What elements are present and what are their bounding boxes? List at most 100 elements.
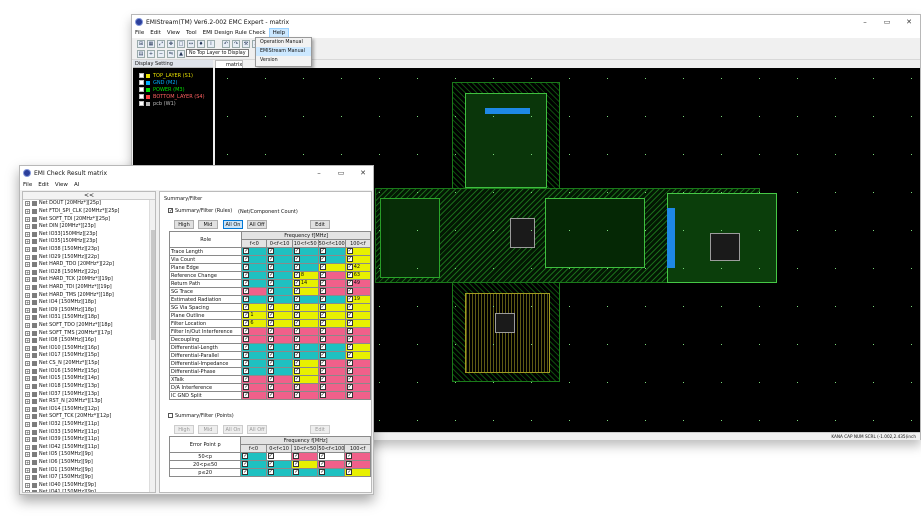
cell-checkbox[interactable]: ✓ <box>319 272 326 279</box>
cell-checkbox[interactable]: ✓ <box>293 461 300 468</box>
cell-checkbox[interactable]: ✓ <box>319 453 326 460</box>
cell-checkbox[interactable]: ✓ <box>243 392 250 399</box>
grid-cell[interactable]: ✓ <box>240 468 267 477</box>
grid-cell[interactable]: ✓ <box>265 460 293 469</box>
net-list-item[interactable]: + Net IO16 [150MHz][15p] <box>23 367 155 375</box>
cell-checkbox[interactable]: ✓ <box>243 288 250 295</box>
grid-cell[interactable]: ✓ <box>241 295 268 304</box>
net-list-item[interactable]: + Net IO32 [150MHz][11p] <box>23 421 155 429</box>
layer-checkbox[interactable] <box>139 73 144 78</box>
layer-checkbox[interactable] <box>139 101 144 106</box>
net-list-item[interactable]: + Net IO28 [150MHz][22p] <box>23 268 155 276</box>
layer-gnd[interactable]: GND (M2) <box>133 79 213 86</box>
cell-checkbox[interactable]: ✓ <box>346 288 353 295</box>
net-list-item[interactable]: + Net IO41 [150MHz][9p] <box>23 489 155 492</box>
top-layer-icon[interactable]: ▲ <box>177 50 185 58</box>
grid-cell[interactable]: ✓ <box>344 391 372 400</box>
grid-cell[interactable]: ✓ <box>241 351 268 360</box>
net-list-item[interactable]: + Net HARD_TCK [20MHz*][19p] <box>23 276 155 284</box>
points-mid-button[interactable]: Mid <box>198 425 218 434</box>
grid-cell[interactable]: ✓ <box>241 359 268 368</box>
cell-checkbox[interactable]: ✓ <box>319 384 326 391</box>
grid-cell[interactable]: ✓ <box>291 287 319 296</box>
wrench-icon[interactable]: ⚒ <box>242 40 250 48</box>
grid-cell[interactable]: ✓ <box>291 303 319 312</box>
net-list-item[interactable]: + Net IO33 [150MHz][11p] <box>23 428 155 436</box>
cell-checkbox[interactable]: ✓ <box>346 392 353 399</box>
cell-checkbox[interactable]: ✓ <box>346 461 353 468</box>
grid-cell[interactable]: ✓ <box>344 319 372 328</box>
net-list-item[interactable]: + Net SOFT_TMS [20MHz*][17p] <box>23 329 155 337</box>
grid-cell[interactable]: ✓ <box>317 287 346 296</box>
expand-icon[interactable]: + <box>25 376 30 382</box>
expand-icon[interactable]: + <box>25 254 30 260</box>
grid-cell[interactable]: ✓ <box>240 452 267 461</box>
expand-icon[interactable]: + <box>25 231 30 237</box>
grid-cell[interactable]: ✓ <box>344 351 372 360</box>
cell-checkbox[interactable]: ✓ <box>346 248 353 255</box>
cell-checkbox[interactable]: ✓ <box>346 469 353 476</box>
cell-checkbox[interactable]: ✓ <box>243 360 250 367</box>
rules-checkbox[interactable]: ✓ <box>168 208 173 214</box>
expand-icon[interactable]: + <box>25 414 30 420</box>
grid-cell[interactable]: ✓ <box>317 255 346 264</box>
cell-checkbox[interactable]: ✓ <box>346 376 353 383</box>
layer-toggle-icon[interactable]: ▤ <box>137 50 145 58</box>
zoom-fit-icon[interactable]: ⤢ <box>157 40 165 48</box>
cell-checkbox[interactable]: ✓ <box>243 344 250 351</box>
grid-cell[interactable]: ✓ <box>266 319 293 328</box>
cell-checkbox[interactable]: ✓ <box>243 320 250 327</box>
flip-icon[interactable]: ⇋ <box>167 50 175 58</box>
net-list-item[interactable]: + Net IO9 [150MHz][18p] <box>23 307 155 315</box>
cell-checkbox[interactable]: ✓ <box>243 312 250 319</box>
cell-checkbox[interactable]: ✓ <box>293 304 300 311</box>
grid-cell[interactable]: ✓ <box>317 351 346 360</box>
net-list-item[interactable]: + Net IO14 [150MHz][12p] <box>23 405 155 413</box>
grid-cell[interactable]: ✓ <box>344 375 372 384</box>
grid-cell[interactable]: ✓ <box>317 319 346 328</box>
points-checkbox-row[interactable]: Summary/Filter (Points) <box>168 413 234 419</box>
points-high-button[interactable]: High <box>174 425 194 434</box>
cell-checkbox[interactable]: ✓ <box>293 312 300 319</box>
cell-checkbox[interactable]: ✓ <box>293 376 300 383</box>
cell-checkbox[interactable]: ✓ <box>293 288 300 295</box>
grid-cell[interactable]: ✓ <box>291 391 319 400</box>
grid-cell[interactable]: ✓ <box>291 468 319 477</box>
grid-cell[interactable]: ✓ <box>241 343 268 352</box>
grid-cell[interactable]: ✓ <box>317 311 346 320</box>
grid-cell[interactable]: ✓ <box>344 383 372 392</box>
minimize-icon[interactable]: – <box>308 166 330 180</box>
net-list-item[interactable]: + Net IO29 [150MHz][22p] <box>23 253 155 261</box>
undo-icon[interactable]: ↶ <box>222 40 230 48</box>
grid-cell[interactable]: ✓ <box>291 335 319 344</box>
net-list-item[interactable]: + Net SOFT_TCK [20MHz*][12p] <box>23 413 155 421</box>
cell-checkbox[interactable]: ✓ <box>293 469 300 476</box>
grid-cell[interactable]: ✓ <box>241 335 268 344</box>
grid-cell[interactable]: ✓ <box>291 319 319 328</box>
net-list-item[interactable]: + Net IO8 [150MHz][16p] <box>23 337 155 345</box>
grid-cell[interactable]: ✓ <box>317 271 346 280</box>
cell-checkbox[interactable]: ✓ <box>268 288 275 295</box>
cell-checkbox[interactable]: ✓ <box>242 453 249 460</box>
rules-high-button[interactable]: High <box>174 220 194 229</box>
cell-checkbox[interactable]: ✓ <box>293 320 300 327</box>
cell-checkbox[interactable]: ✓ <box>293 360 300 367</box>
grid-cell[interactable]: ✓ <box>291 343 319 352</box>
cell-checkbox[interactable]: ✓ <box>268 336 275 343</box>
cell-checkbox[interactable]: ✓ <box>293 280 300 287</box>
cell-checkbox[interactable]: ✓ <box>267 453 274 460</box>
grid-cell[interactable]: ✓ <box>317 295 346 304</box>
cell-checkbox[interactable]: ✓ <box>268 272 275 279</box>
cell-checkbox[interactable]: ✓ <box>268 256 275 263</box>
cell-checkbox[interactable]: ✓ <box>346 296 353 303</box>
cell-checkbox[interactable]: ✓ <box>319 344 326 351</box>
rectangle-icon[interactable]: □ <box>177 40 185 48</box>
expand-icon[interactable]: + <box>25 490 30 492</box>
cell-checkbox[interactable]: ✓ <box>293 272 300 279</box>
grid-cell[interactable]: ✓ <box>266 391 293 400</box>
grid-cell[interactable]: ✓ <box>344 468 371 477</box>
cell-checkbox[interactable]: ✓ <box>268 376 275 383</box>
grid-cell[interactable]: ✓ <box>317 303 346 312</box>
grid-cell[interactable]: ✓ <box>317 247 346 256</box>
grid-cell[interactable]: ✓ <box>317 367 346 376</box>
